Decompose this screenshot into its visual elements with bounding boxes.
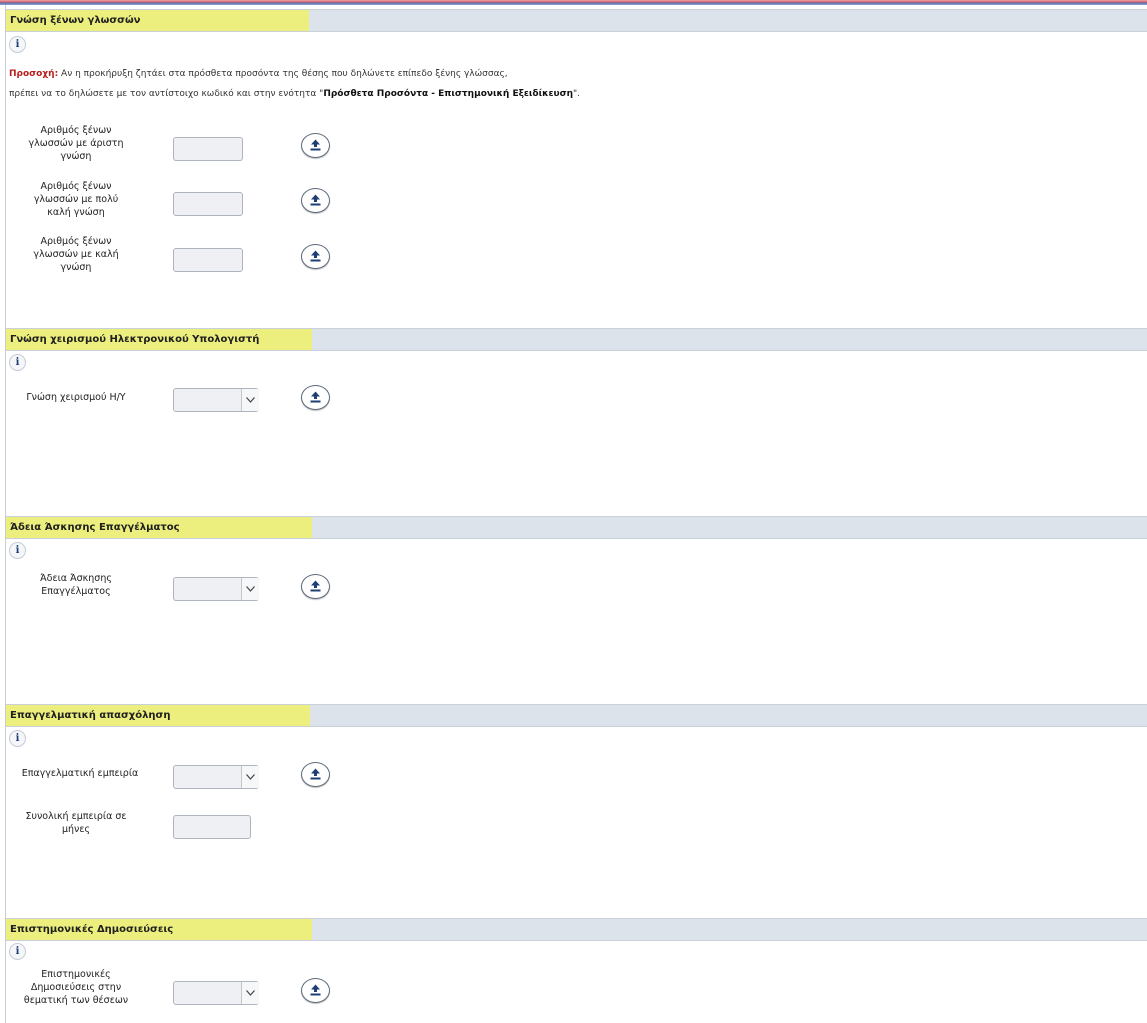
notice-line-2: πρέπει να το δηλώσετε με τον αντίστοιχο …	[9, 89, 580, 99]
upload-icon	[310, 984, 321, 996]
field-label: Άδεια Άσκησης Επαγγέλματος	[40, 573, 112, 597]
field-label: Επαγγελματική εμπειρία	[21, 768, 139, 779]
field-label: Επιστημονικές Δημοσιεύσεις στην θεματική…	[23, 969, 129, 1006]
section-header: Γνώση ξένων γλωσσών	[6, 9, 1147, 32]
section-header: Επαγγελματική απασχόληση	[6, 704, 1147, 727]
dropdown-toggle[interactable]	[241, 578, 259, 600]
upload-button[interactable]	[301, 188, 330, 213]
upload-icon	[310, 391, 321, 403]
upload-icon	[310, 250, 321, 262]
upload-icon	[310, 139, 321, 151]
section-license: Άδεια Άσκησης Επαγγέλματος	[6, 516, 1147, 539]
upload-icon	[310, 768, 321, 780]
dropdown-toggle[interactable]	[241, 766, 259, 788]
section-employment: Επαγγελματική απασχόληση	[6, 704, 1147, 727]
info-icon[interactable]: i	[9, 943, 26, 960]
upload-icon	[310, 580, 321, 592]
chevron-down-icon	[246, 990, 255, 996]
count-excellent-input[interactable]	[173, 137, 243, 161]
upload-button[interactable]	[301, 574, 330, 599]
section-header: Επιστημονικές Δημοσιεύσεις	[6, 918, 1147, 941]
count-good-input[interactable]	[173, 248, 243, 272]
chevron-down-icon	[246, 586, 255, 592]
section-title: Γνώση ξένων γλωσσών	[6, 10, 309, 31]
dropdown-toggle[interactable]	[241, 982, 259, 1004]
info-icon[interactable]: i	[9, 36, 26, 53]
upload-button[interactable]	[301, 978, 330, 1003]
field-label: Αριθμός ξένων γλωσσών με άριστη γνώση	[28, 125, 124, 162]
info-icon[interactable]: i	[9, 542, 26, 559]
field-label: Αριθμός ξένων γλωσσών με πολύ καλή γνώση	[33, 181, 119, 218]
top-border	[0, 0, 1147, 5]
section-publications: Επιστημονικές Δημοσιεύσεις	[6, 918, 1147, 941]
field-label: Αριθμός ξένων γλωσσών με καλή γνώση	[33, 236, 119, 273]
upload-icon	[310, 194, 321, 206]
field-label: Γνώση χειρισμού Η/Υ	[26, 392, 126, 403]
upload-button[interactable]	[301, 244, 330, 269]
chevron-down-icon	[246, 397, 255, 403]
section-header: Άδεια Άσκησης Επαγγέλματος	[6, 516, 1147, 539]
section-title: Άδεια Άσκησης Επαγγέλματος	[6, 517, 312, 538]
count-very-good-input[interactable]	[173, 192, 243, 216]
page: Γνώση ξένων γλωσσών i Προσοχή: Αν η προκ…	[0, 0, 1147, 1023]
upload-button[interactable]	[301, 762, 330, 787]
field-label: Συνολική εμπειρία σε μήνες	[25, 811, 127, 835]
notice-text: ".	[573, 89, 581, 99]
notice-line-1: Προσοχή: Αν η προκήρυξη ζητάει στα πρόσθ…	[9, 69, 508, 79]
upload-button[interactable]	[301, 385, 330, 410]
section-title: Γνώση χειρισμού Ηλεκτρονικού Υπολογιστή	[6, 329, 312, 350]
chevron-down-icon	[246, 774, 255, 780]
notice-section-ref: Πρόσθετα Προσόντα - Επιστημονική Εξειδίκ…	[323, 89, 574, 99]
dropdown-toggle[interactable]	[241, 389, 259, 411]
notice-warning-label: Προσοχή:	[9, 69, 59, 79]
info-icon[interactable]: i	[9, 354, 26, 371]
section-title: Επαγγελματική απασχόληση	[6, 705, 310, 726]
upload-button[interactable]	[301, 133, 330, 158]
section-languages: Γνώση ξένων γλωσσών	[6, 9, 1147, 32]
notice-text: Αν η προκήρυξη ζητάει στα πρόσθετα προσό…	[58, 69, 508, 79]
notice-text: πρέπει να το δηλώσετε με τον αντίστοιχο …	[9, 89, 324, 99]
section-title: Επιστημονικές Δημοσιεύσεις	[6, 919, 312, 940]
left-border	[5, 5, 6, 1023]
section-header: Γνώση χειρισμού Ηλεκτρονικού Υπολογιστή	[6, 328, 1147, 351]
section-computer: Γνώση χειρισμού Ηλεκτρονικού Υπολογιστή	[6, 328, 1147, 351]
info-icon[interactable]: i	[9, 730, 26, 747]
total-months-input[interactable]	[173, 815, 251, 839]
